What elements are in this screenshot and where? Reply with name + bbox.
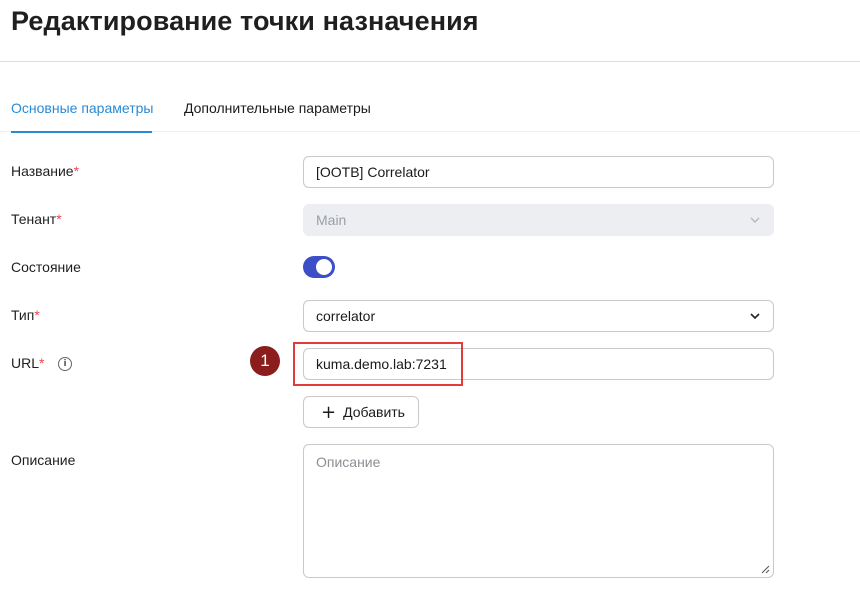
required-mark: * <box>73 163 80 179</box>
type-select[interactable]: correlator <box>303 300 774 332</box>
tenant-label-text: Тенант <box>11 211 57 227</box>
tenant-select: Main <box>303 204 774 236</box>
tab-additional-parameters[interactable]: Дополнительные параметры <box>184 88 371 132</box>
resize-handle-icon[interactable] <box>760 564 770 574</box>
type-select-value: correlator <box>316 308 376 324</box>
info-icon[interactable]: i <box>58 357 72 371</box>
url-label-text: URL <box>11 355 40 371</box>
type-label-text: Тип <box>11 307 35 323</box>
url-input[interactable] <box>303 348 774 380</box>
tab-bar: Основные параметры Дополнительные параме… <box>0 88 860 133</box>
header-divider <box>0 61 860 62</box>
toggle-knob <box>316 259 332 275</box>
annotation-marker: 1 <box>250 346 280 376</box>
tenant-label: Тенант* <box>11 211 62 227</box>
required-mark: * <box>39 355 45 371</box>
plus-icon: + <box>321 402 337 423</box>
required-mark: * <box>56 211 62 227</box>
description-textarea[interactable] <box>303 444 774 578</box>
name-label-text: Название <box>11 163 74 179</box>
type-label: Тип* <box>11 307 40 323</box>
state-toggle[interactable] <box>303 256 335 278</box>
required-mark: * <box>34 307 40 323</box>
chevron-down-icon <box>750 313 760 320</box>
description-label: Описание <box>11 452 76 468</box>
add-button-label: Добавить <box>343 404 405 420</box>
page-title: Редактирование точки назначения <box>11 6 479 36</box>
tenant-select-value: Main <box>316 212 347 228</box>
name-input[interactable] <box>303 156 774 188</box>
chevron-down-icon <box>750 217 760 223</box>
name-label: Название* <box>11 163 79 179</box>
state-label: Состояние <box>11 259 81 275</box>
add-url-button[interactable]: + Добавить <box>303 396 419 428</box>
tab-main-parameters[interactable]: Основные параметры <box>11 88 153 133</box>
url-label: URL* <box>11 355 44 371</box>
